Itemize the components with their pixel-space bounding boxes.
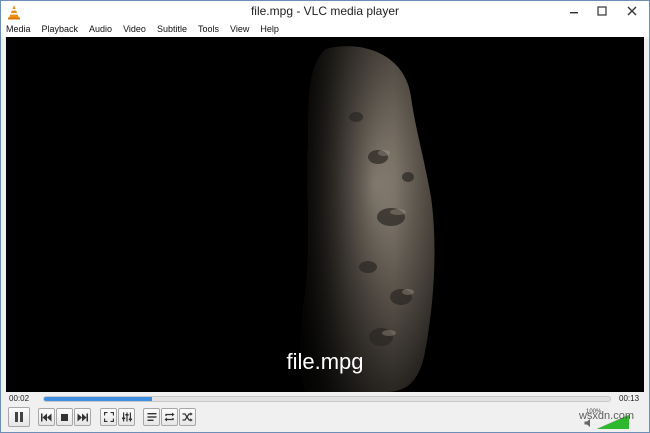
loop-icon <box>164 412 175 422</box>
subtitle-text: file.mpg <box>286 349 364 374</box>
menu-subtitle[interactable]: Subtitle <box>157 22 187 36</box>
menu-help[interactable]: Help <box>260 22 279 36</box>
extended-settings-button[interactable] <box>118 408 135 426</box>
menu-bar: Media Playback Audio Video Subtitle Tool… <box>1 21 649 37</box>
seek-row: 00:02 00:13 <box>1 392 649 406</box>
previous-button[interactable] <box>38 408 55 426</box>
menu-playback[interactable]: Playback <box>42 22 79 36</box>
pause-button[interactable] <box>8 407 30 427</box>
watermark-text: wsxdn.com <box>578 410 634 422</box>
pause-icon <box>15 412 23 422</box>
equalizer-icon <box>121 412 132 422</box>
next-button[interactable] <box>74 408 91 426</box>
video-area[interactable]: file.mpg <box>6 37 644 392</box>
fullscreen-button[interactable] <box>100 408 117 426</box>
window-title: file.mpg - VLC media player <box>250 4 400 18</box>
maximize-button[interactable] <box>589 1 615 21</box>
seek-progress <box>44 397 152 401</box>
menu-media[interactable]: Media <box>6 22 31 36</box>
menu-view[interactable]: View <box>230 22 249 36</box>
video-frame-asteroid <box>6 37 644 392</box>
controls-bar: 100% <box>1 406 649 432</box>
title-bar[interactable]: file.mpg - VLC media player <box>1 1 649 23</box>
menu-audio[interactable]: Audio <box>89 22 112 36</box>
playlist-icon <box>147 413 156 421</box>
shuffle-icon <box>182 412 193 422</box>
playlist-button[interactable] <box>143 408 160 426</box>
fullscreen-icon <box>103 412 114 422</box>
shuffle-button[interactable] <box>179 408 196 426</box>
minimize-button[interactable] <box>561 1 587 21</box>
total-time: 00:13 <box>619 394 640 403</box>
close-button[interactable] <box>619 1 645 21</box>
stop-icon <box>61 413 68 421</box>
skip-previous-icon <box>41 413 52 421</box>
elapsed-time: 00:02 <box>9 394 30 403</box>
skip-next-icon <box>77 413 88 421</box>
seek-slider[interactable] <box>43 396 611 402</box>
menu-tools[interactable]: Tools <box>198 22 219 36</box>
menu-video[interactable]: Video <box>123 22 146 36</box>
vlc-window: file.mpg - VLC media player Media Playba… <box>0 0 650 433</box>
stop-button[interactable] <box>56 408 73 426</box>
loop-button[interactable] <box>161 408 178 426</box>
